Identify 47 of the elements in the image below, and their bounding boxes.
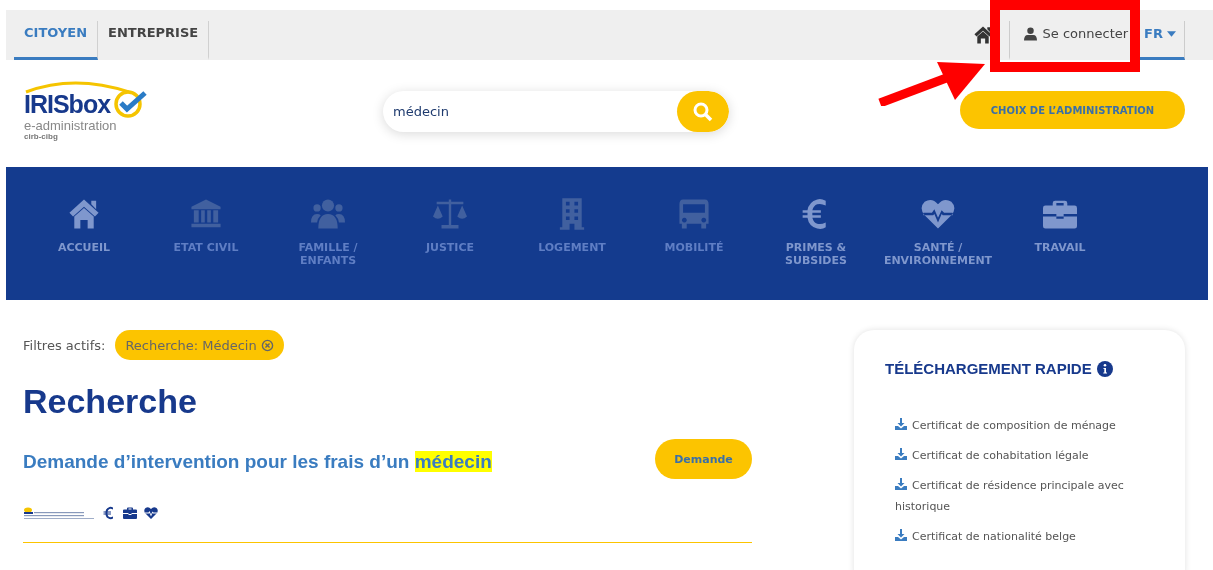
check-icon: [112, 87, 149, 119]
logo-subtitle: e-administration: [24, 119, 118, 132]
close-icon[interactable]: [260, 338, 274, 352]
bus-icon: [676, 197, 712, 231]
info-icon[interactable]: [1096, 360, 1113, 377]
request-button[interactable]: Demande: [655, 439, 752, 479]
download-link[interactable]: Certificat de résidence principale avec historique: [895, 475, 1155, 517]
download-icon: [895, 448, 907, 460]
category-link[interactable]: MOBILITÉ: [633, 197, 755, 300]
category-link[interactable]: LOGEMENT: [511, 197, 633, 300]
category-link[interactable]: ACCUEIL: [23, 197, 145, 300]
search-icon: [693, 101, 713, 122]
people-icon: [310, 197, 346, 231]
logo-name: IRISbox: [24, 90, 111, 119]
home-icon[interactable]: [972, 25, 993, 45]
category-link[interactable]: ETAT CIVIL: [145, 197, 267, 300]
card-title: TÉLÉCHARGEMENT RAPIDE: [885, 360, 1092, 377]
institution-logo-drawing: [23, 507, 95, 519]
download-link[interactable]: Certificat de cohabitation légale: [895, 445, 1155, 466]
category-link[interactable]: TRAVAIL: [999, 197, 1121, 300]
audience-tab[interactable]: CITOYEN: [14, 21, 98, 60]
scales-icon: [432, 197, 468, 231]
category-link[interactable]: FAMILLE / ENFANTS: [267, 197, 389, 300]
download-link[interactable]: Certificat de composition de ménage: [895, 415, 1155, 436]
download-icon: [895, 478, 907, 490]
page-title: Recherche: [23, 382, 198, 421]
logo-org: cirb-cibg: [24, 132, 59, 141]
filters-label: Filtres actifs:: [23, 337, 106, 353]
login-link[interactable]: Se connecter: [1008, 21, 1141, 60]
user-icon: [1023, 26, 1037, 41]
euro-icon: [102, 506, 116, 520]
administration-button[interactable]: CHOIX DE L’ADMINISTRATION: [960, 91, 1185, 129]
briefcase-icon: [123, 506, 137, 520]
category-link[interactable]: PRIMES & SUBSIDES: [755, 197, 877, 300]
search-field[interactable]: médecin: [383, 103, 677, 120]
audience-tab[interactable]: ENTREPRISE: [98, 21, 210, 60]
category-link[interactable]: SANTÉ / ENVIRONNEMENT: [877, 197, 999, 300]
caret-icon: [1167, 30, 1176, 37]
heartbeat-icon: [920, 197, 956, 231]
download-icon: [895, 529, 907, 541]
category-link[interactable]: JUSTICE: [389, 197, 511, 300]
filter-chip[interactable]: Recherche: Médecin: [115, 330, 284, 360]
download-link[interactable]: Certificat de nationalité belge: [895, 526, 1155, 547]
download-icon: [895, 418, 907, 430]
language-dropdown[interactable]: FR: [1140, 21, 1185, 60]
result-title[interactable]: Demande d’intervention pour les frais d’un médecin: [23, 451, 492, 479]
heartbeat-icon: [144, 506, 158, 520]
